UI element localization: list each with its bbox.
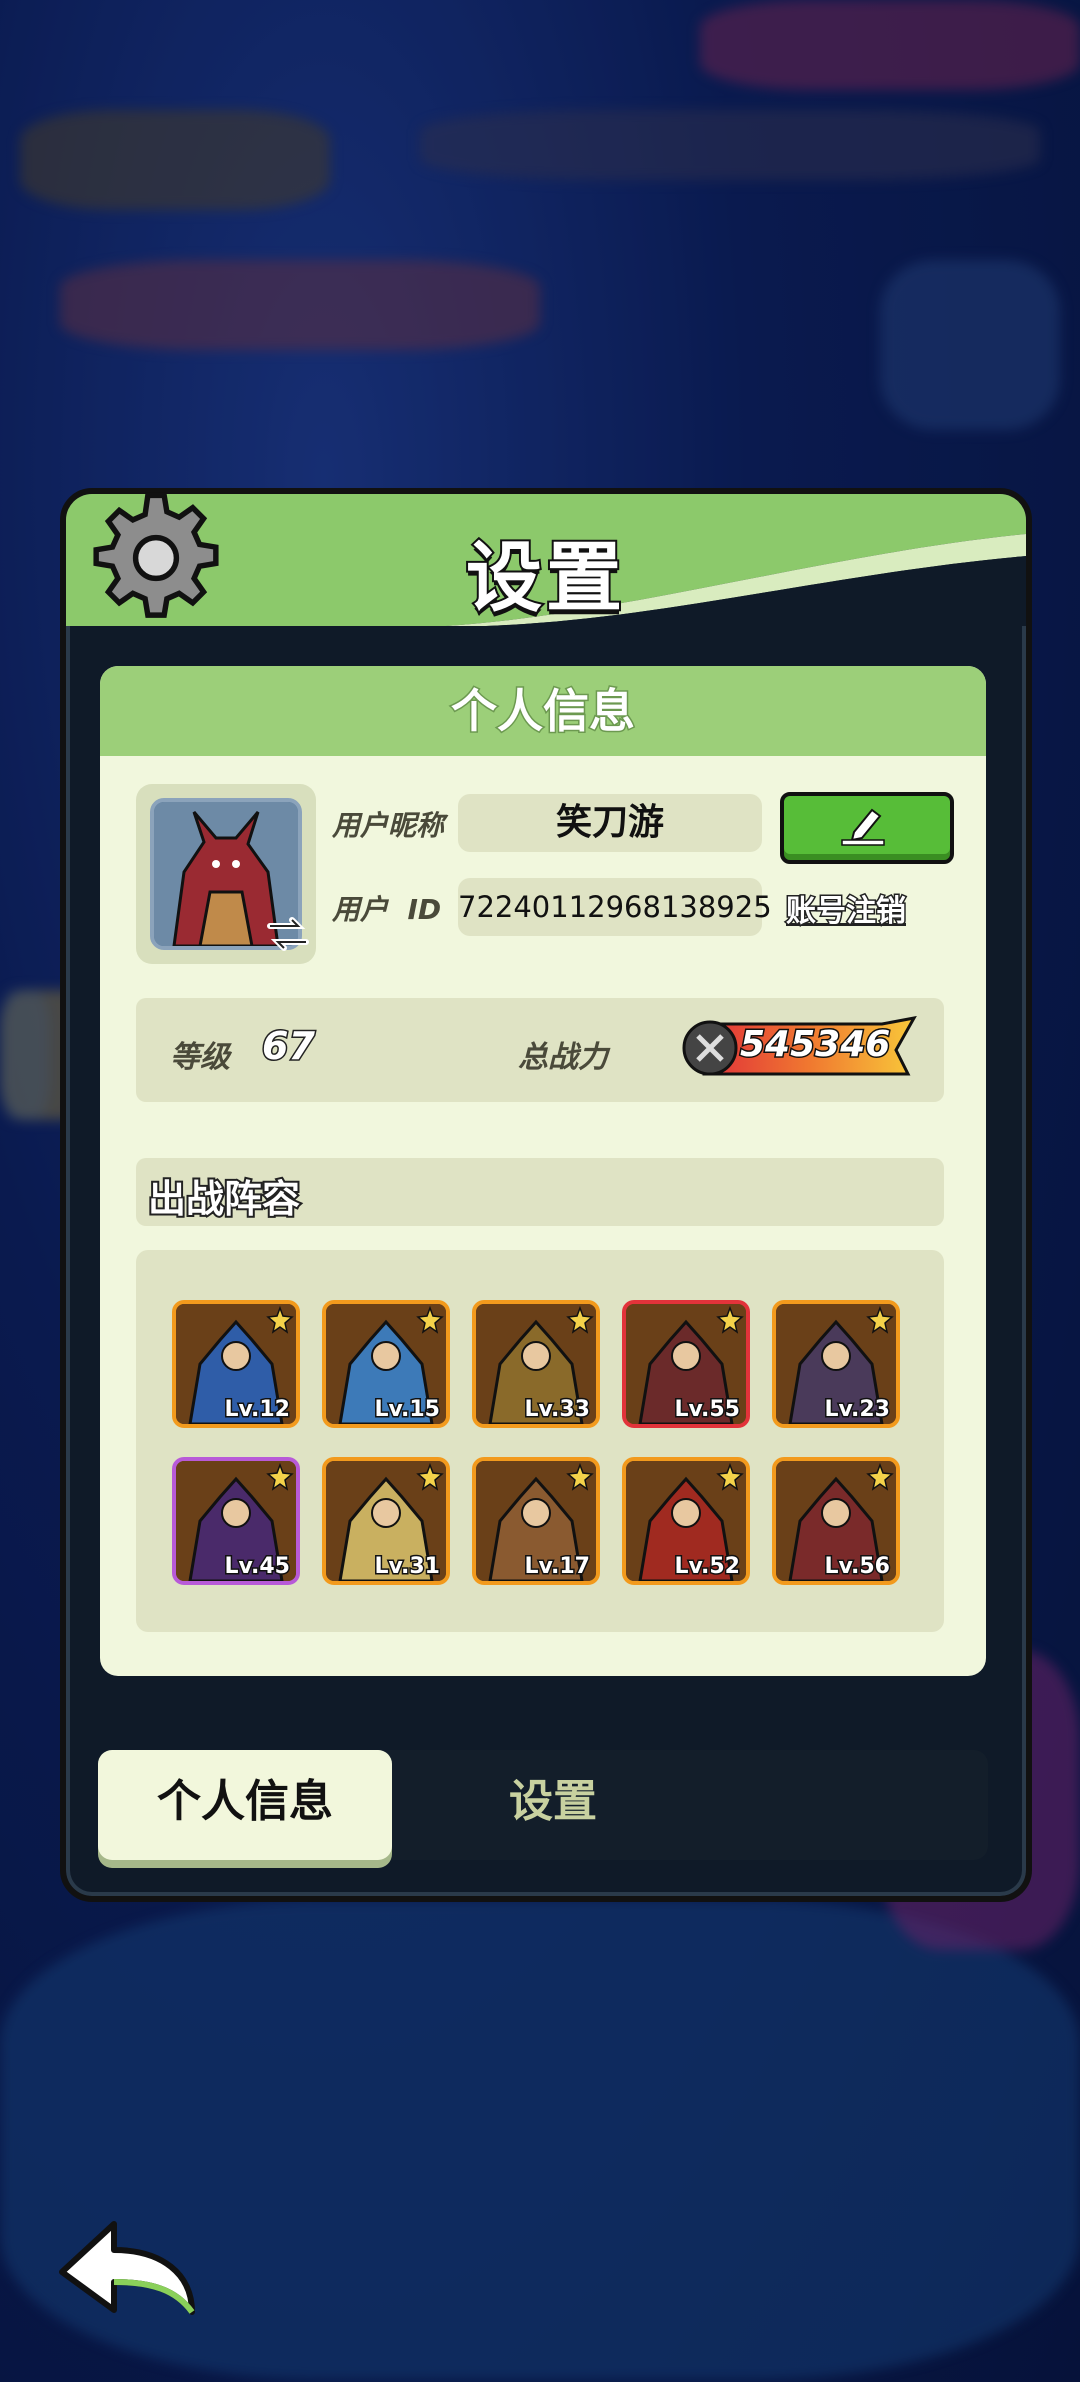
settings-modal: 设置 个人信息 用户昵称 笑刀游 用户 ID 72240112968138925…: [60, 488, 1032, 1902]
rank-badge-icon: [416, 1463, 444, 1491]
avatar-frame[interactable]: [136, 784, 316, 964]
hero-card[interactable]: Lv.56: [772, 1457, 900, 1585]
rank-badge-icon: [866, 1306, 894, 1334]
rank-badge-icon: [566, 1463, 594, 1491]
hero-card[interactable]: Lv.52: [622, 1457, 750, 1585]
nickname-label: 用户昵称: [332, 809, 445, 842]
hero-card[interactable]: Lv.23: [772, 1300, 900, 1428]
lineup-title: 出战阵容: [146, 1175, 302, 1223]
rank-badge-icon: [866, 1463, 894, 1491]
user-id-field: 72240112968138925: [458, 878, 772, 936]
personal-info-panel: 个人信息 用户昵称 笑刀游 用户 ID 72240112968138925 账号…: [100, 666, 986, 1676]
hero-level: Lv.52: [673, 1553, 742, 1581]
gear-icon: [93, 492, 219, 618]
hero-level: Lv.33: [523, 1396, 592, 1424]
power-label: 总战力: [518, 1040, 608, 1075]
rank-badge-icon: [716, 1306, 744, 1334]
hero-card[interactable]: Lv.45: [172, 1457, 300, 1585]
hero-level: Lv.45: [223, 1553, 292, 1581]
lineup-header: 出战阵容: [136, 1158, 944, 1226]
user-id-label: 用户 ID: [332, 893, 442, 926]
hero-level: Lv.55: [673, 1396, 742, 1424]
hero-level: Lv.31: [373, 1553, 442, 1581]
tab-settings[interactable]: 设置: [428, 1750, 678, 1860]
hero-card[interactable]: Lv.17: [472, 1457, 600, 1585]
hero-level: Lv.23: [823, 1396, 892, 1424]
hero-level: Lv.17: [523, 1553, 592, 1581]
lineup-grid: Lv.12 Lv.15 Lv.33 Lv.55 Lv.23 Lv.45 Lv.31 Lv.17…: [136, 1250, 944, 1632]
panel-title: 个人信息: [100, 666, 986, 756]
hero-card[interactable]: Lv.15: [322, 1300, 450, 1428]
tab-personal-info[interactable]: 个人信息: [98, 1750, 392, 1860]
nickname-field: 笑刀游: [458, 794, 762, 852]
hero-card[interactable]: Lv.55: [622, 1300, 750, 1428]
level-label: 等级: [170, 1040, 230, 1075]
edit-nickname-button[interactable]: [780, 792, 954, 864]
back-arrow-icon[interactable]: [52, 2210, 202, 2320]
rank-badge-icon: [416, 1306, 444, 1334]
hero-level: Lv.15: [373, 1396, 442, 1424]
power-badge: 545346: [682, 1016, 918, 1080]
rank-badge-icon: [566, 1306, 594, 1334]
hero-level: Lv.56: [823, 1553, 892, 1581]
hero-card[interactable]: Lv.12: [172, 1300, 300, 1428]
power-value: 545346: [738, 1023, 891, 1067]
rank-badge-icon: [266, 1463, 294, 1491]
hero-card[interactable]: Lv.31: [322, 1457, 450, 1585]
rank-badge-icon: [266, 1306, 294, 1334]
tab-bar: 个人信息 设置: [98, 1750, 988, 1860]
swap-avatar-icon[interactable]: [266, 916, 310, 952]
delete-account-link[interactable]: 账号注销: [785, 886, 908, 931]
rank-badge-icon: [716, 1463, 744, 1491]
level-value: 67: [261, 1023, 317, 1070]
hero-card[interactable]: Lv.33: [472, 1300, 600, 1428]
hero-level: Lv.12: [223, 1396, 292, 1424]
pencil-icon: [841, 808, 885, 846]
